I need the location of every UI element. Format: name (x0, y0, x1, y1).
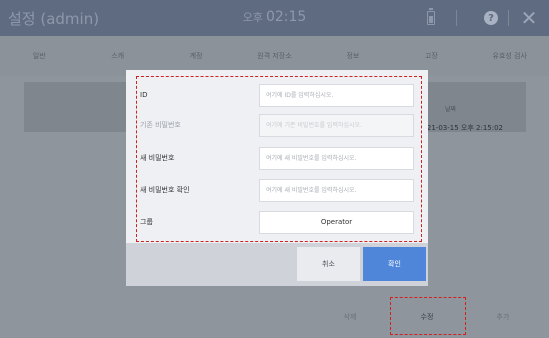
group-label: 그룹 (140, 218, 153, 226)
confirm-password-row: 새 비밀번호 확인 (136, 175, 418, 205)
id-row: ID (136, 80, 418, 110)
id-label: ID (140, 91, 148, 99)
old-password-input (259, 113, 414, 137)
battery-icon (424, 0, 438, 36)
help-icon[interactable]: ? (478, 0, 504, 36)
separator (508, 10, 509, 26)
confirm-password-label: 새 비밀번호 확인 (140, 186, 190, 194)
group-select[interactable]: Operator (259, 210, 414, 234)
tab-general[interactable]: 일반 (0, 36, 78, 76)
clock-ampm: 오후 (242, 11, 263, 24)
ok-button[interactable]: 확인 (363, 247, 426, 281)
group-row: 그룹 Operator (136, 207, 418, 237)
clock: 오후 02:15 (0, 9, 549, 25)
table-cell-date: 2021-03-15 오후 2:15:02 (418, 124, 503, 132)
new-password-input[interactable] (259, 146, 414, 170)
new-password-row: 새 비밀번호 (136, 143, 418, 173)
add-button[interactable]: 추가 (466, 305, 540, 329)
delete-button[interactable]: 삭제 (312, 305, 388, 329)
change-password-dialog: ID 기존 비밀번호 새 비밀번호 새 비밀번호 확인 그룹 Operator … (126, 70, 428, 286)
separator (456, 10, 457, 26)
new-password-label: 새 비밀번호 (140, 154, 175, 162)
title-bar: 설정 (admin) 오후 02:15 ? ✕ (0, 0, 549, 36)
cancel-button[interactable]: 취소 (297, 247, 360, 281)
clock-time: 02:15 (265, 9, 307, 25)
old-password-label: 기존 비밀번호 (140, 121, 181, 129)
close-icon[interactable]: ✕ (515, 0, 543, 36)
confirm-password-input[interactable] (259, 178, 414, 202)
old-password-row: 기존 비밀번호 (136, 110, 418, 140)
id-input[interactable] (259, 83, 414, 107)
edit-button[interactable]: 수정 (390, 305, 464, 329)
table-header-date: 날짜 (445, 106, 457, 113)
tab-validation[interactable]: 유효성 검사 (471, 36, 549, 76)
